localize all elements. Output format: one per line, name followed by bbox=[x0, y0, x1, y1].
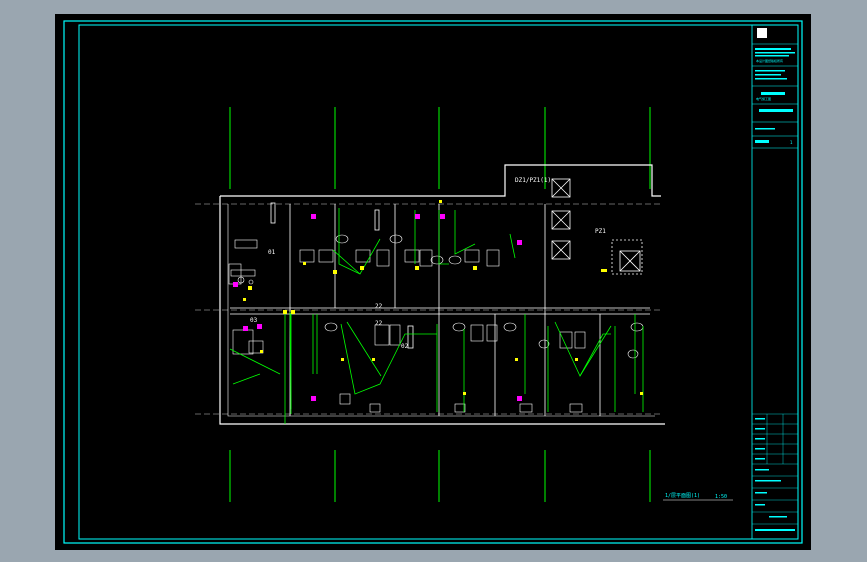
drawing-canvas[interactable]: 本设计图纸版权所有 电气施工图 1 01 02 03 DZ1/PZ1(1) 22… bbox=[55, 14, 811, 550]
building-walls bbox=[195, 164, 665, 425]
axis-lines bbox=[229, 107, 651, 502]
drawing-svg: 本设计图纸版权所有 电气施工图 1 01 02 03 DZ1/PZ1(1) 22… bbox=[63, 20, 803, 544]
room-label-01: 01 bbox=[268, 249, 276, 256]
title-block: 本设计图纸版权所有 电气施工图 1 bbox=[751, 24, 799, 540]
elevator-shafts bbox=[551, 178, 643, 275]
dimension-mid: 22 bbox=[375, 320, 383, 327]
elevation-note: PZ1 bbox=[595, 228, 606, 235]
room-label-02: 02 bbox=[401, 343, 409, 350]
outer-border bbox=[63, 20, 803, 544]
title-company: 本设计图纸版权所有 bbox=[756, 58, 783, 63]
plan-title: 1/层平面图(1) bbox=[665, 493, 700, 499]
title-sheet-no: 1 bbox=[790, 140, 793, 145]
room-label-03: 03 bbox=[250, 317, 258, 324]
top-note: DZ1/PZ1(1) bbox=[515, 177, 551, 184]
title-project: 电气施工图 bbox=[756, 96, 771, 101]
light-fixtures bbox=[243, 200, 643, 395]
cad-viewport[interactable]: 本设计图纸版权所有 电气施工图 1 01 02 03 DZ1/PZ1(1) 22… bbox=[0, 0, 867, 562]
plan-scale: 1:50 bbox=[715, 494, 727, 500]
conduit-wiring bbox=[229, 208, 644, 424]
dimension-top: 22 bbox=[375, 303, 383, 310]
